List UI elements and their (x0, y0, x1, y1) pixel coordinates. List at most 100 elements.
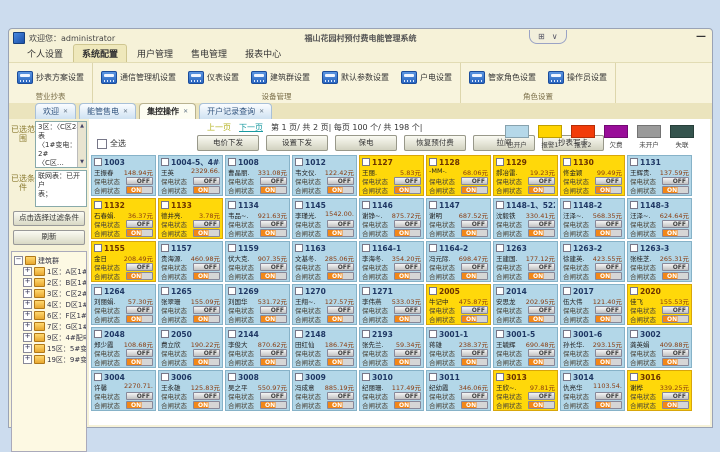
card-checkbox[interactable] (295, 287, 303, 295)
switch-status-toggle[interactable]: ON (528, 358, 555, 366)
protect-status-toggle[interactable]: OFF (528, 263, 555, 271)
card-checkbox[interactable] (630, 158, 638, 166)
switch-status-toggle[interactable]: ON (126, 315, 153, 323)
protect-status-toggle[interactable]: OFF (595, 220, 622, 228)
card-checkbox[interactable] (228, 158, 236, 166)
menu-item-售电管理[interactable]: 售电管理 (183, 45, 235, 62)
card-checkbox[interactable] (94, 373, 102, 381)
protect-status-toggle[interactable]: OFF (327, 306, 354, 314)
protect-status-toggle[interactable]: OFF (126, 392, 153, 400)
switch-status-toggle[interactable]: ON (662, 272, 689, 280)
ribbon-button-抄表方案设置[interactable]: 抄表方案设置 (15, 68, 86, 87)
switch-status-toggle[interactable]: ON (662, 401, 689, 409)
switch-status-toggle[interactable]: ON (394, 186, 421, 194)
filter-select-button[interactable]: 点击选择过滤条件 (13, 211, 85, 226)
ribbon-button-户电设置[interactable]: 户电设置 (399, 68, 454, 87)
card-checkbox[interactable] (630, 330, 638, 338)
card-checkbox[interactable] (295, 330, 303, 338)
protect-status-toggle[interactable]: OFF (662, 263, 689, 271)
card-checkbox[interactable] (563, 201, 571, 209)
expand-icon[interactable]: + (23, 355, 32, 364)
tree-item[interactable]: +7区：G区1#井 (14, 321, 86, 332)
card-checkbox[interactable] (161, 158, 169, 166)
card-checkbox[interactable] (295, 373, 303, 381)
card-checkbox[interactable] (630, 373, 638, 381)
switch-status-toggle[interactable]: ON (461, 401, 488, 409)
protect-status-toggle[interactable]: OFF (394, 306, 421, 314)
card-checkbox[interactable] (295, 158, 303, 166)
tree-root[interactable]: −建筑群 (14, 255, 86, 266)
protect-status-toggle[interactable]: OFF (193, 263, 220, 271)
protect-status-toggle[interactable]: OFF (193, 177, 220, 185)
protect-status-toggle[interactable]: OFF (662, 392, 689, 400)
switch-status-toggle[interactable]: ON (595, 401, 622, 409)
tree-item[interactable]: +9区：4#配电井（4# (14, 332, 86, 343)
protect-status-toggle[interactable]: OFF (528, 392, 555, 400)
switch-status-toggle[interactable]: ON (662, 315, 689, 323)
protect-status-toggle[interactable]: OFF (394, 392, 421, 400)
action-button-保电[interactable]: 保电 (335, 135, 397, 151)
tree-item[interactable]: +4区：D区1#井（D区 (14, 299, 86, 310)
card-checkbox[interactable] (496, 373, 504, 381)
tree-item[interactable]: +19区：9#变电站（2 (14, 354, 86, 365)
card-checkbox[interactable] (161, 330, 169, 338)
card-checkbox[interactable] (362, 201, 370, 209)
card-checkbox[interactable] (228, 287, 236, 295)
protect-status-toggle[interactable]: OFF (528, 306, 555, 314)
switch-status-toggle[interactable]: ON (528, 401, 555, 409)
prev-page-link[interactable]: 上一页 (207, 122, 231, 133)
ribbon-button-仪表设置[interactable]: 仪表设置 (186, 68, 241, 87)
protect-status-toggle[interactable]: OFF (662, 220, 689, 228)
protect-status-toggle[interactable]: OFF (327, 220, 354, 228)
protect-status-toggle[interactable]: OFF (260, 306, 287, 314)
card-checkbox[interactable] (228, 373, 236, 381)
grid-view-icon[interactable]: ⊞ (538, 32, 545, 41)
card-checkbox[interactable] (630, 201, 638, 209)
protect-status-toggle[interactable]: OFF (260, 349, 287, 357)
listbox-scrollbar[interactable]: ▲▼ (77, 122, 86, 167)
card-checkbox[interactable] (362, 158, 370, 166)
card-checkbox[interactable] (563, 158, 571, 166)
protect-status-toggle[interactable]: OFF (327, 177, 354, 185)
switch-status-toggle[interactable]: ON (260, 186, 287, 194)
card-checkbox[interactable] (496, 201, 504, 209)
switch-status-toggle[interactable]: ON (528, 186, 555, 194)
switch-status-toggle[interactable]: ON (260, 401, 287, 409)
protect-status-toggle[interactable]: OFF (193, 220, 220, 228)
card-checkbox[interactable] (496, 244, 504, 252)
protect-status-toggle[interactable]: OFF (461, 306, 488, 314)
card-checkbox[interactable] (362, 287, 370, 295)
card-checkbox[interactable] (563, 244, 571, 252)
protect-status-toggle[interactable]: OFF (461, 349, 488, 357)
chevron-down-icon[interactable]: ∨ (552, 32, 558, 41)
switch-status-toggle[interactable]: ON (595, 315, 622, 323)
switch-status-toggle[interactable]: ON (662, 358, 689, 366)
tab-能管售电[interactable]: 能管售电✕ (79, 103, 136, 119)
menu-item-系统配置[interactable]: 系统配置 (73, 44, 127, 62)
switch-status-toggle[interactable]: ON (327, 229, 354, 237)
ribbon-button-管家角色设置[interactable]: 管家角色设置 (467, 68, 538, 87)
protect-status-toggle[interactable]: OFF (126, 263, 153, 271)
protect-status-toggle[interactable]: OFF (461, 392, 488, 400)
menu-item-个人设置[interactable]: 个人设置 (19, 45, 71, 62)
card-checkbox[interactable] (563, 287, 571, 295)
tab-欢迎[interactable]: 欢迎✕ (35, 103, 76, 119)
action-button-电价下发[interactable]: 电价下发 (197, 135, 259, 151)
switch-status-toggle[interactable]: ON (260, 315, 287, 323)
protect-status-toggle[interactable]: OFF (595, 263, 622, 271)
expand-icon[interactable]: + (23, 289, 32, 298)
switch-status-toggle[interactable]: ON (528, 272, 555, 280)
protect-status-toggle[interactable]: OFF (193, 349, 220, 357)
protect-status-toggle[interactable]: OFF (662, 177, 689, 185)
protect-status-toggle[interactable]: OFF (394, 349, 421, 357)
card-checkbox[interactable] (228, 244, 236, 252)
card-checkbox[interactable] (429, 330, 437, 338)
switch-status-toggle[interactable]: ON (595, 358, 622, 366)
switch-status-toggle[interactable]: ON (193, 315, 220, 323)
switch-status-toggle[interactable]: ON (193, 229, 220, 237)
select-all-checkbox[interactable] (97, 139, 107, 149)
protect-status-toggle[interactable]: OFF (126, 306, 153, 314)
protect-status-toggle[interactable]: OFF (662, 349, 689, 357)
action-button-设置下发[interactable]: 设置下发 (266, 135, 328, 151)
switch-status-toggle[interactable]: ON (595, 229, 622, 237)
